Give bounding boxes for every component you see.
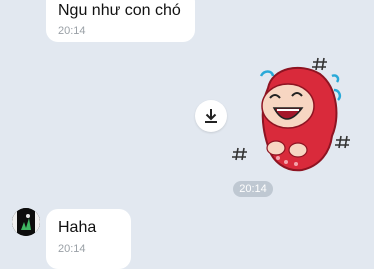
message-time: 20:14 — [58, 25, 86, 37]
avatar-icon — [12, 208, 40, 236]
download-icon — [205, 109, 217, 123]
sticker-time-badge: 20:14 — [233, 181, 273, 197]
message-text: Ngu như con chó — [58, 2, 181, 19]
message-bubble-incoming[interactable]: Haha 20:14 — [46, 209, 131, 269]
message-bubble-incoming[interactable]: Ngu như con chó 20:14 — [46, 0, 195, 42]
download-button[interactable] — [195, 100, 227, 132]
sticker-message[interactable] — [228, 54, 360, 176]
message-text: Haha — [58, 219, 97, 236]
laughing-girl-sticker-icon — [232, 57, 350, 172]
message-time: 20:14 — [58, 243, 86, 255]
contact-avatar[interactable] — [12, 208, 40, 236]
